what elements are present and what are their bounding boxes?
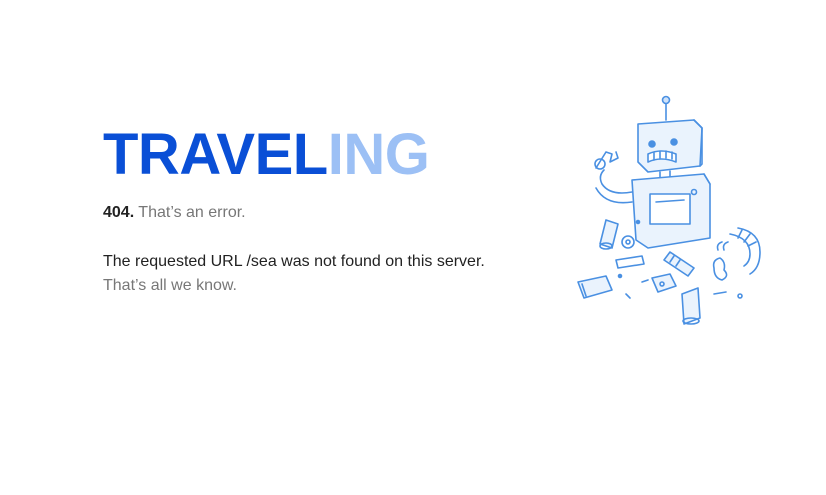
error-message: The requested URL /sea was not found on …: [103, 253, 485, 270]
error-summary: That’s an error.: [138, 204, 246, 221]
logo-part-travel: TRAVEL: [103, 122, 328, 187]
error-heading: 404. That’s an error.: [103, 202, 246, 224]
broken-robot-illustration: [566, 92, 778, 338]
error-page: TRAVELING 404. That’s an error. The requ…: [0, 0, 826, 495]
error-code: 404.: [103, 204, 135, 221]
logo-part-ing: ING: [327, 122, 430, 187]
site-logo: TRAVELING: [103, 122, 430, 188]
error-footnote: That’s all we know.: [103, 277, 237, 294]
